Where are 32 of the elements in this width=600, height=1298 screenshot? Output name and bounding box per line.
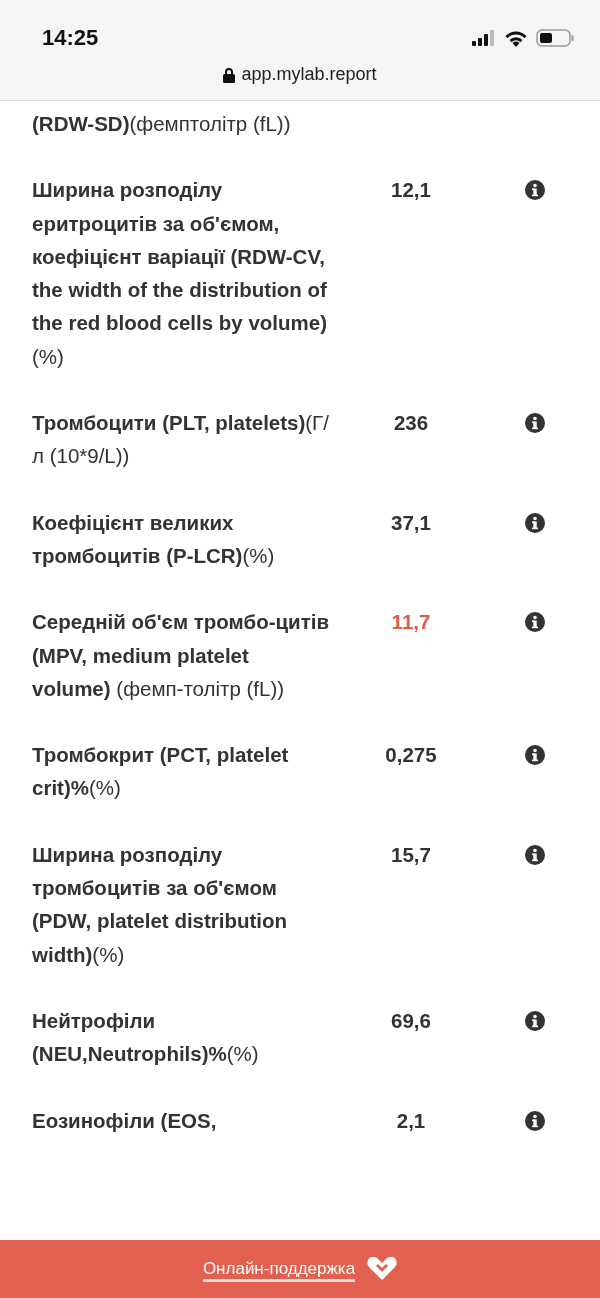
info-icon[interactable] <box>524 1109 546 1132</box>
test-name: Ширина розподілу тромбоцитів за об'ємом (PDW, platelet distribution width)(%) <box>32 841 289 968</box>
wifi-icon <box>504 29 528 47</box>
lock-icon <box>223 66 236 83</box>
test-name: Тромбоцити (PLT, platelets)(Г/л (10*9/L)) <box>32 410 330 470</box>
test-name: Коефіцієнт великих тромбоцитів (P-LCR)(%) <box>32 509 276 569</box>
test-value: 37,1 <box>390 509 432 536</box>
address-url[interactable]: app.mylab.report <box>241 64 377 85</box>
test-value: 69,6 <box>390 1007 432 1034</box>
test-value: 15,7 <box>390 841 432 868</box>
info-icon[interactable] <box>524 843 546 866</box>
test-name: Нейтрофіли (NEU,Neutrophils)%(%) <box>32 1007 260 1068</box>
test-name: Еозинофіли (EOS, <box>32 1107 218 1134</box>
test-value: 2,1 <box>395 1107 427 1134</box>
status-time: 14:25 <box>42 25 99 51</box>
test-value: 11,7 <box>390 609 432 636</box>
test-name: Тромбокрит (PCT, platelet crit)%(%) <box>32 742 290 802</box>
heart-logo-icon <box>367 1257 398 1281</box>
info-icon[interactable] <box>524 1009 546 1032</box>
test-name: Ширина розподілу еритроцитів за об'ємом, коефіцієнт варіації (RDW-CV, the width of the distribution of the red blood cells by volume)(%) <box>32 177 329 370</box>
info-icon[interactable] <box>524 412 546 435</box>
test-value: 12,1 <box>390 177 432 204</box>
test-value: 236 <box>392 410 430 437</box>
battery-icon <box>536 29 574 47</box>
info-icon[interactable] <box>524 179 546 202</box>
info-icon[interactable] <box>524 611 546 634</box>
test-value: 0,275 <box>384 742 438 769</box>
test-name: Середній об'єм тромбо-цитів (MPV, medium platelet volume) (фемп-толітр (fL)) <box>32 609 331 702</box>
signal-icon <box>472 30 496 46</box>
info-icon[interactable] <box>524 744 546 767</box>
info-icon[interactable] <box>524 511 546 534</box>
test-name: (RDW-SD)(фемптолітр (fL)) <box>32 111 292 137</box>
